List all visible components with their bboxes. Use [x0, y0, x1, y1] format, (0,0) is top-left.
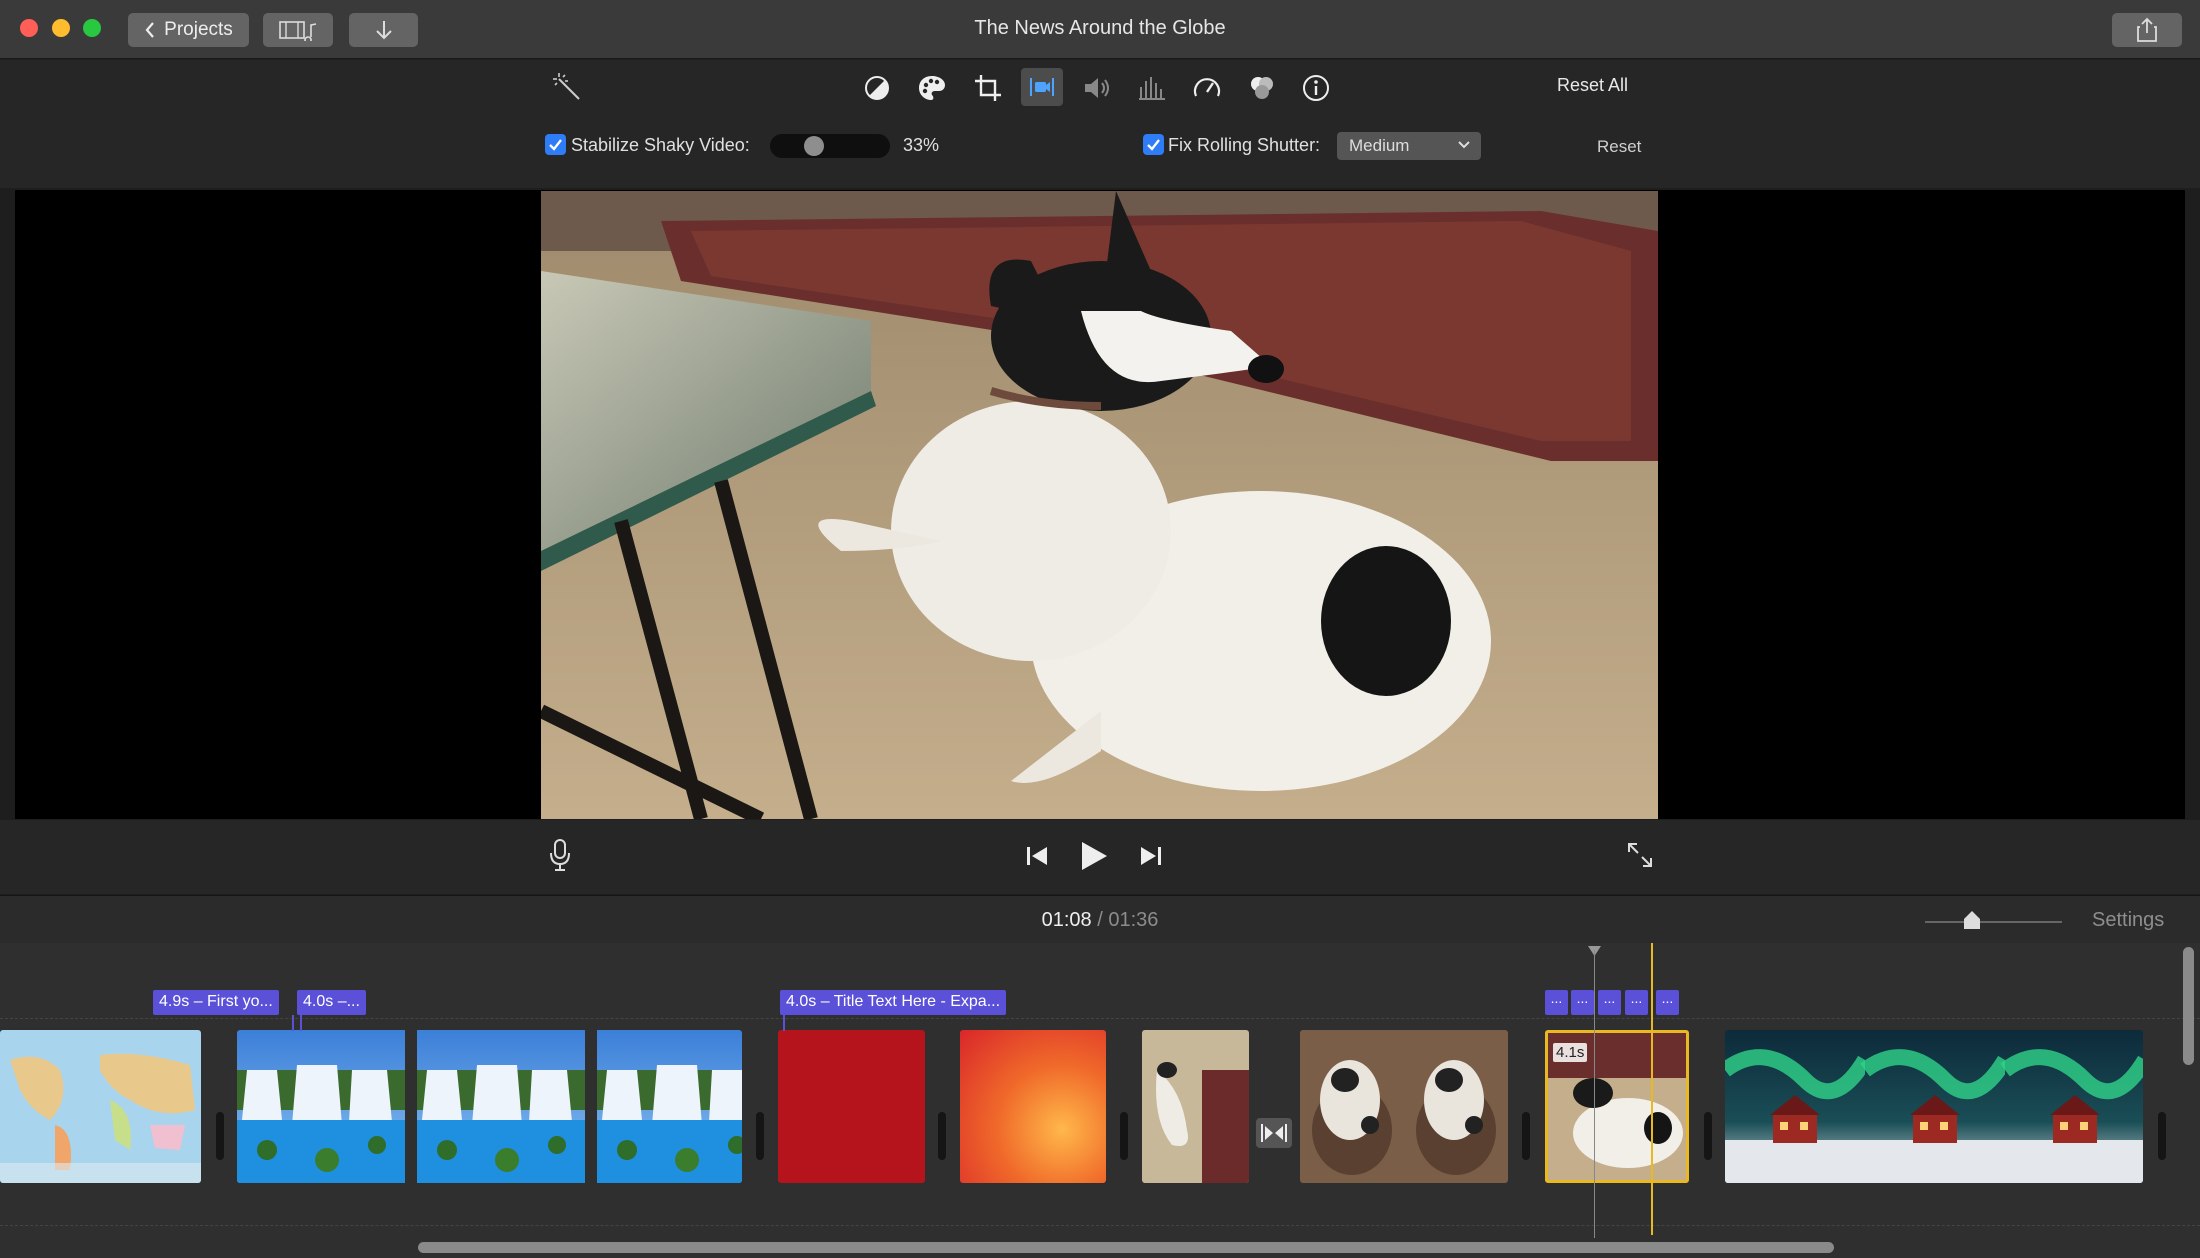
magic-wand-icon: [553, 73, 580, 100]
volume-button[interactable]: [1079, 72, 1115, 104]
stabilize-slider[interactable]: [770, 134, 890, 158]
clip-duration-badge: 4.1s: [1553, 1043, 1588, 1062]
volume-icon: [1085, 78, 1109, 98]
title-clip-stem: [300, 1015, 302, 1031]
share-icon: [2137, 17, 2157, 42]
track-divider: [0, 1225, 2200, 1226]
title-clip-third[interactable]: 4.0s – Title Text Here - Expa...: [780, 990, 1007, 1015]
skimmer-line: [1594, 950, 1595, 1238]
clip-filter-button[interactable]: [1244, 72, 1280, 104]
waterfall-thumbnail: [237, 1030, 742, 1183]
clip-gap: [216, 1112, 224, 1160]
stabilization-icon: [1030, 78, 1054, 96]
crop-button[interactable]: [970, 72, 1006, 104]
color-balance-button[interactable]: [859, 72, 895, 104]
video-frame-image: [541, 191, 1658, 819]
noise-reduction-button[interactable]: [1134, 72, 1170, 104]
total-time: 01:36: [1108, 909, 1159, 931]
rolling-shutter-select[interactable]: Medium: [1337, 132, 1481, 160]
timeline-horizontal-scrollbar[interactable]: [418, 1242, 1834, 1253]
fullscreen-button[interactable]: [1625, 840, 1655, 870]
title-clip-stem: [783, 1015, 785, 1031]
stabilize-label: Stabilize Shaky Video:: [571, 135, 750, 155]
equalizer-icon: [1139, 77, 1165, 100]
checkmark-icon: [1147, 139, 1160, 151]
clip-gap: [756, 1112, 764, 1160]
reset-button[interactable]: Reset: [1597, 137, 1641, 157]
skip-forward-icon: [1141, 847, 1161, 865]
info-button[interactable]: [1298, 72, 1334, 104]
timecode: 01:08 / 01:36: [0, 909, 2200, 932]
reset-all-button[interactable]: Reset All: [1557, 75, 1628, 96]
track-divider: [0, 1018, 2200, 1019]
clip-red-background[interactable]: [778, 1030, 925, 1183]
title-clip-stem: [292, 1015, 294, 1031]
timeline-zoom-slider[interactable]: [1925, 921, 2062, 923]
skip-forward-button[interactable]: [1138, 843, 1164, 869]
clip-gap: [1704, 1112, 1712, 1160]
crop-icon: [975, 75, 1001, 101]
color-balance-icon: [865, 76, 889, 100]
stabilize-checkbox[interactable]: [545, 134, 566, 155]
stabilization-button[interactable]: [1021, 68, 1063, 106]
microphone-icon: [550, 839, 570, 871]
title-clip-first[interactable]: 4.9s – First yo...: [153, 990, 279, 1015]
transition-icon: [1261, 1124, 1287, 1142]
current-time: 01:08: [1041, 909, 1092, 931]
clip-gap: [1120, 1112, 1128, 1160]
color-palette-icon: [919, 76, 945, 100]
dogs-blanket-thumbnail: [1300, 1030, 1508, 1183]
video-frame: [541, 191, 1658, 819]
info-icon: [1303, 75, 1329, 101]
clip-waterfall[interactable]: [237, 1030, 742, 1183]
rolling-shutter-checkbox[interactable]: [1143, 134, 1164, 155]
clip-dogs-blanket[interactable]: [1300, 1030, 1508, 1183]
settings-button[interactable]: Settings: [2092, 909, 2164, 932]
skip-back-button[interactable]: [1024, 843, 1050, 869]
filter-icon: [1251, 77, 1273, 99]
expand-icon: [1628, 843, 1652, 867]
magic-wand-button[interactable]: [550, 72, 586, 104]
title-clip-mini[interactable]: ...: [1545, 990, 1568, 1015]
aurora-thumbnail: [1725, 1030, 2143, 1183]
title-clip-mini[interactable]: ...: [1656, 990, 1679, 1015]
clip-orange-gradient[interactable]: [960, 1030, 1106, 1183]
title-clip-mini[interactable]: ...: [1598, 990, 1621, 1015]
zoom-slider-knob[interactable]: [1963, 910, 1981, 930]
timeline-vertical-scrollbar[interactable]: [2183, 947, 2194, 1065]
speed-icon: [1193, 78, 1221, 97]
play-button[interactable]: [1078, 838, 1110, 874]
clip-gap: [938, 1112, 946, 1160]
title-clip-second[interactable]: 4.0s –...: [297, 990, 366, 1015]
clip-world-map[interactable]: [0, 1030, 201, 1183]
speed-button[interactable]: [1189, 72, 1225, 104]
stabilize-value: 33%: [903, 135, 940, 155]
voiceover-button[interactable]: [545, 837, 575, 873]
time-separator: /: [1097, 909, 1103, 931]
title-clip-mini[interactable]: ...: [1571, 990, 1594, 1015]
clip-gap: [1522, 1112, 1530, 1160]
share-button[interactable]: [2112, 13, 2182, 47]
play-icon: [1082, 842, 1107, 870]
title-clip-mini[interactable]: ...: [1625, 990, 1648, 1015]
checkmark-icon: [549, 139, 562, 151]
color-correction-button[interactable]: [914, 72, 950, 104]
dog-thumbnail: [1142, 1030, 1249, 1183]
window-title: The News Around the Globe: [974, 17, 1226, 39]
clip-aurora-cabin[interactable]: [1725, 1030, 2143, 1183]
chevron-down-icon: [1458, 141, 1470, 149]
playhead[interactable]: [1651, 943, 1653, 1235]
transition-button[interactable]: [1256, 1118, 1292, 1148]
rolling-shutter-label: Fix Rolling Shutter:: [1168, 135, 1321, 155]
clip-gap: [2158, 1112, 2166, 1160]
rolling-shutter-value: Medium: [1349, 136, 1410, 155]
clip-dog-closeup[interactable]: [1142, 1030, 1249, 1183]
world-map-thumbnail: [0, 1030, 201, 1183]
skip-back-icon: [1027, 847, 1047, 865]
